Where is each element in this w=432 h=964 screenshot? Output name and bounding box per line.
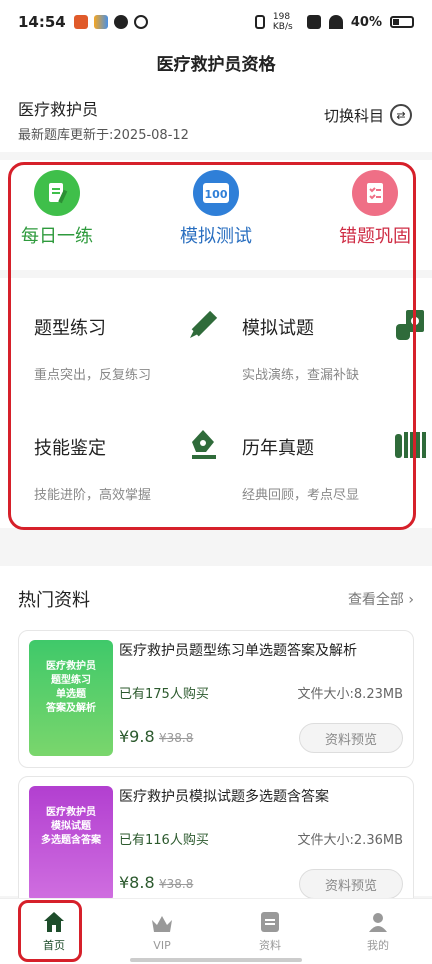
wifi-icon (328, 15, 343, 29)
pen-nib-icon (192, 430, 216, 459)
price: ¥9.8 (119, 727, 155, 746)
question-type-practice-card[interactable]: 题型练习 重点突出，反复练习 (34, 298, 234, 408)
buyer-count: 已有175人购买 (119, 687, 209, 702)
feature-desc: 经典回顾，考点尽显 (242, 488, 360, 503)
section-title: 热门资料 (18, 590, 90, 611)
app-notification-icon (73, 15, 88, 29)
pencil-icon (190, 310, 218, 338)
user-icon (369, 913, 387, 932)
hot-materials-section: 热门资料 查看全部 › 医疗救护员 题型练习 单选题 答案及解析 医疗救护员题型… (0, 566, 432, 914)
book-stack-icon (395, 432, 426, 458)
status-time: 14:54 (18, 13, 66, 31)
feature-desc: 技能进阶，高效掌握 (34, 488, 152, 503)
feature-title: 技能鉴定 (34, 438, 106, 459)
file-size: 文件大小:2.36MB (297, 833, 403, 848)
update-date: 最新题库更新于:2025-08-12 (18, 128, 189, 143)
original-price: ¥38.8 (159, 731, 194, 745)
view-all-link[interactable]: 查看全部 › (348, 589, 414, 609)
checklist-icon (352, 170, 398, 216)
quick-label: 每日一练 (21, 226, 93, 247)
price: ¥8.8 (119, 873, 155, 892)
tab-materials[interactable]: 资料 (216, 899, 324, 964)
network-speed: 198 KB/s (272, 12, 293, 32)
vibrate-icon (254, 15, 265, 29)
crown-icon (152, 915, 172, 932)
material-title: 医疗救护员题型练习单选题答案及解析 (119, 643, 357, 659)
feature-grid: 题型练习 重点突出，反复练习 模拟试题 实战演练，查漏补缺 技能鉴定 技能进阶，… (0, 278, 432, 528)
money-hand-icon (396, 310, 424, 340)
status-bar: 14:54 198 KB/s 40% (0, 0, 432, 44)
switch-subject-button[interactable]: 切换科目 ⇄ (324, 104, 412, 126)
document-icon (261, 912, 279, 932)
switch-subject-label: 切换科目 (323, 106, 384, 125)
nfc-icon (306, 15, 321, 29)
material-card[interactable]: 医疗救护员 模拟试题 多选题含答案 医疗救护员模拟试题多选题含答案 已有116人… (18, 776, 414, 914)
feature-title: 历年真题 (242, 438, 314, 459)
quick-label: 错题巩固 (339, 226, 411, 247)
material-cover: 医疗救护员 题型练习 单选题 答案及解析 (29, 640, 113, 756)
bottom-tab-bar: 首页 VIP 资料 我的 (0, 898, 432, 964)
battery-level: 40% (350, 14, 382, 30)
buyer-count: 已有116人购买 (119, 833, 209, 848)
home-icon (44, 912, 64, 932)
mock-test-button[interactable]: 100 模拟测试 (161, 170, 271, 248)
tab-vip[interactable]: VIP (108, 899, 216, 964)
tab-home[interactable]: 首页 (0, 899, 108, 964)
battery-icon (390, 16, 414, 28)
material-cover: 医疗救护员 模拟试题 多选题含答案 (29, 786, 113, 902)
swap-icon: ⇄ (390, 104, 412, 126)
material-title: 医疗救护员模拟试题多选题含答案 (119, 789, 329, 805)
score-100-icon: 100 (193, 170, 239, 216)
past-exams-card[interactable]: 历年真题 经典回顾，考点尽显 (242, 418, 432, 528)
page-title: 医疗救护员资格 (0, 44, 432, 80)
quick-label: 模拟测试 (180, 226, 252, 247)
feature-title: 模拟试题 (242, 318, 314, 339)
pencil-paper-icon (34, 170, 80, 216)
feature-desc: 实战演练，查漏补缺 (242, 368, 360, 383)
tab-profile[interactable]: 我的 (324, 899, 432, 964)
file-size: 文件大小:8.23MB (297, 687, 403, 702)
feature-desc: 重点突出，反复练习 (34, 368, 152, 383)
feature-title: 题型练习 (34, 318, 106, 339)
gesture-bar (130, 958, 302, 962)
wrong-review-button[interactable]: 错题巩固 (320, 170, 430, 248)
material-card[interactable]: 医疗救护员 题型练习 单选题 答案及解析 医疗救护员题型练习单选题答案及解析 已… (18, 630, 414, 768)
original-price: ¥38.8 (159, 877, 194, 891)
preview-button[interactable]: 资料预览 (299, 869, 403, 899)
skill-assessment-card[interactable]: 技能鉴定 技能进阶，高效掌握 (34, 418, 234, 528)
quick-entries: 每日一练 100 模拟测试 错题巩固 (0, 160, 432, 270)
mock-questions-card[interactable]: 模拟试题 实战演练，查漏补缺 (242, 298, 432, 408)
chevron-right-icon: › (408, 592, 414, 608)
subject-header: 医疗救护员 最新题库更新于:2025-08-12 切换科目 ⇄ (0, 80, 432, 152)
app-notification-icon (93, 15, 108, 29)
bell-icon (113, 15, 128, 29)
daily-practice-button[interactable]: 每日一练 (2, 170, 112, 248)
preview-button[interactable]: 资料预览 (299, 723, 403, 753)
sync-icon (133, 15, 148, 29)
svg-text:100: 100 (205, 188, 228, 201)
